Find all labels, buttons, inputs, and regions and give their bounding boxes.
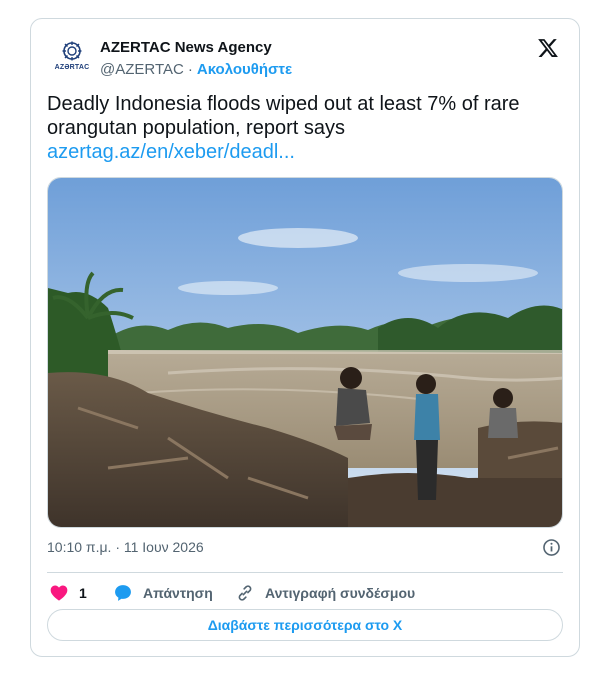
separator-dot: · xyxy=(187,61,193,78)
like-count: 1 xyxy=(79,585,87,601)
avatar[interactable]: AZƏRTAC xyxy=(49,37,95,81)
account-handle[interactable]: @AZERTAC xyxy=(100,61,184,78)
reply-button[interactable]: Απάντηση xyxy=(113,581,213,605)
flood-scene-image xyxy=(48,178,562,527)
heart-icon xyxy=(50,585,68,601)
article-link[interactable]: azertag.az/en/xeber/deadl... xyxy=(47,140,567,164)
follow-link[interactable]: Ακολουθήστε xyxy=(197,61,292,78)
tweet-photo[interactable] xyxy=(47,177,563,528)
tweet-card: AZƏRTAC AZERTAC News Agency @AZERTAC · Ακο… xyxy=(30,18,580,657)
copy-link-button[interactable]: Αντιγραφή συνδέσμου xyxy=(235,581,415,605)
copy-link-label: Αντιγραφή συνδέσμου xyxy=(265,585,416,601)
info-icon[interactable] xyxy=(542,538,561,557)
tweet-header: AZƏRTAC AZERTAC News Agency @AZERTAC · Ακο… xyxy=(49,37,563,81)
avatar-brand-text: AZƏRTAC xyxy=(54,64,90,71)
x-logo-icon[interactable] xyxy=(537,37,559,59)
tweet-actions: 1 Απάντηση Αντιγραφή συνδέσμου xyxy=(49,581,563,605)
link-icon xyxy=(238,585,252,601)
tweet-timestamp[interactable]: 10:10 π.μ. · 11 Ιουν 2026 xyxy=(47,539,204,555)
azertac-logo-icon xyxy=(62,41,82,61)
like-button[interactable]: 1 xyxy=(49,581,87,605)
tweet-text: Deadly Indonesia floods wiped out at lea… xyxy=(47,93,520,139)
read-more-button[interactable]: Διαβάστε περισσότερα στο X xyxy=(47,609,563,641)
speech-bubble-icon xyxy=(115,585,131,601)
handle-row: @AZERTAC · Ακολουθήστε xyxy=(100,61,292,78)
reply-label: Απάντηση xyxy=(143,585,213,601)
account-name[interactable]: AZERTAC News Agency xyxy=(100,39,272,56)
divider xyxy=(47,572,563,573)
tweet-body: Deadly Indonesia floods wiped out at lea… xyxy=(47,92,567,164)
